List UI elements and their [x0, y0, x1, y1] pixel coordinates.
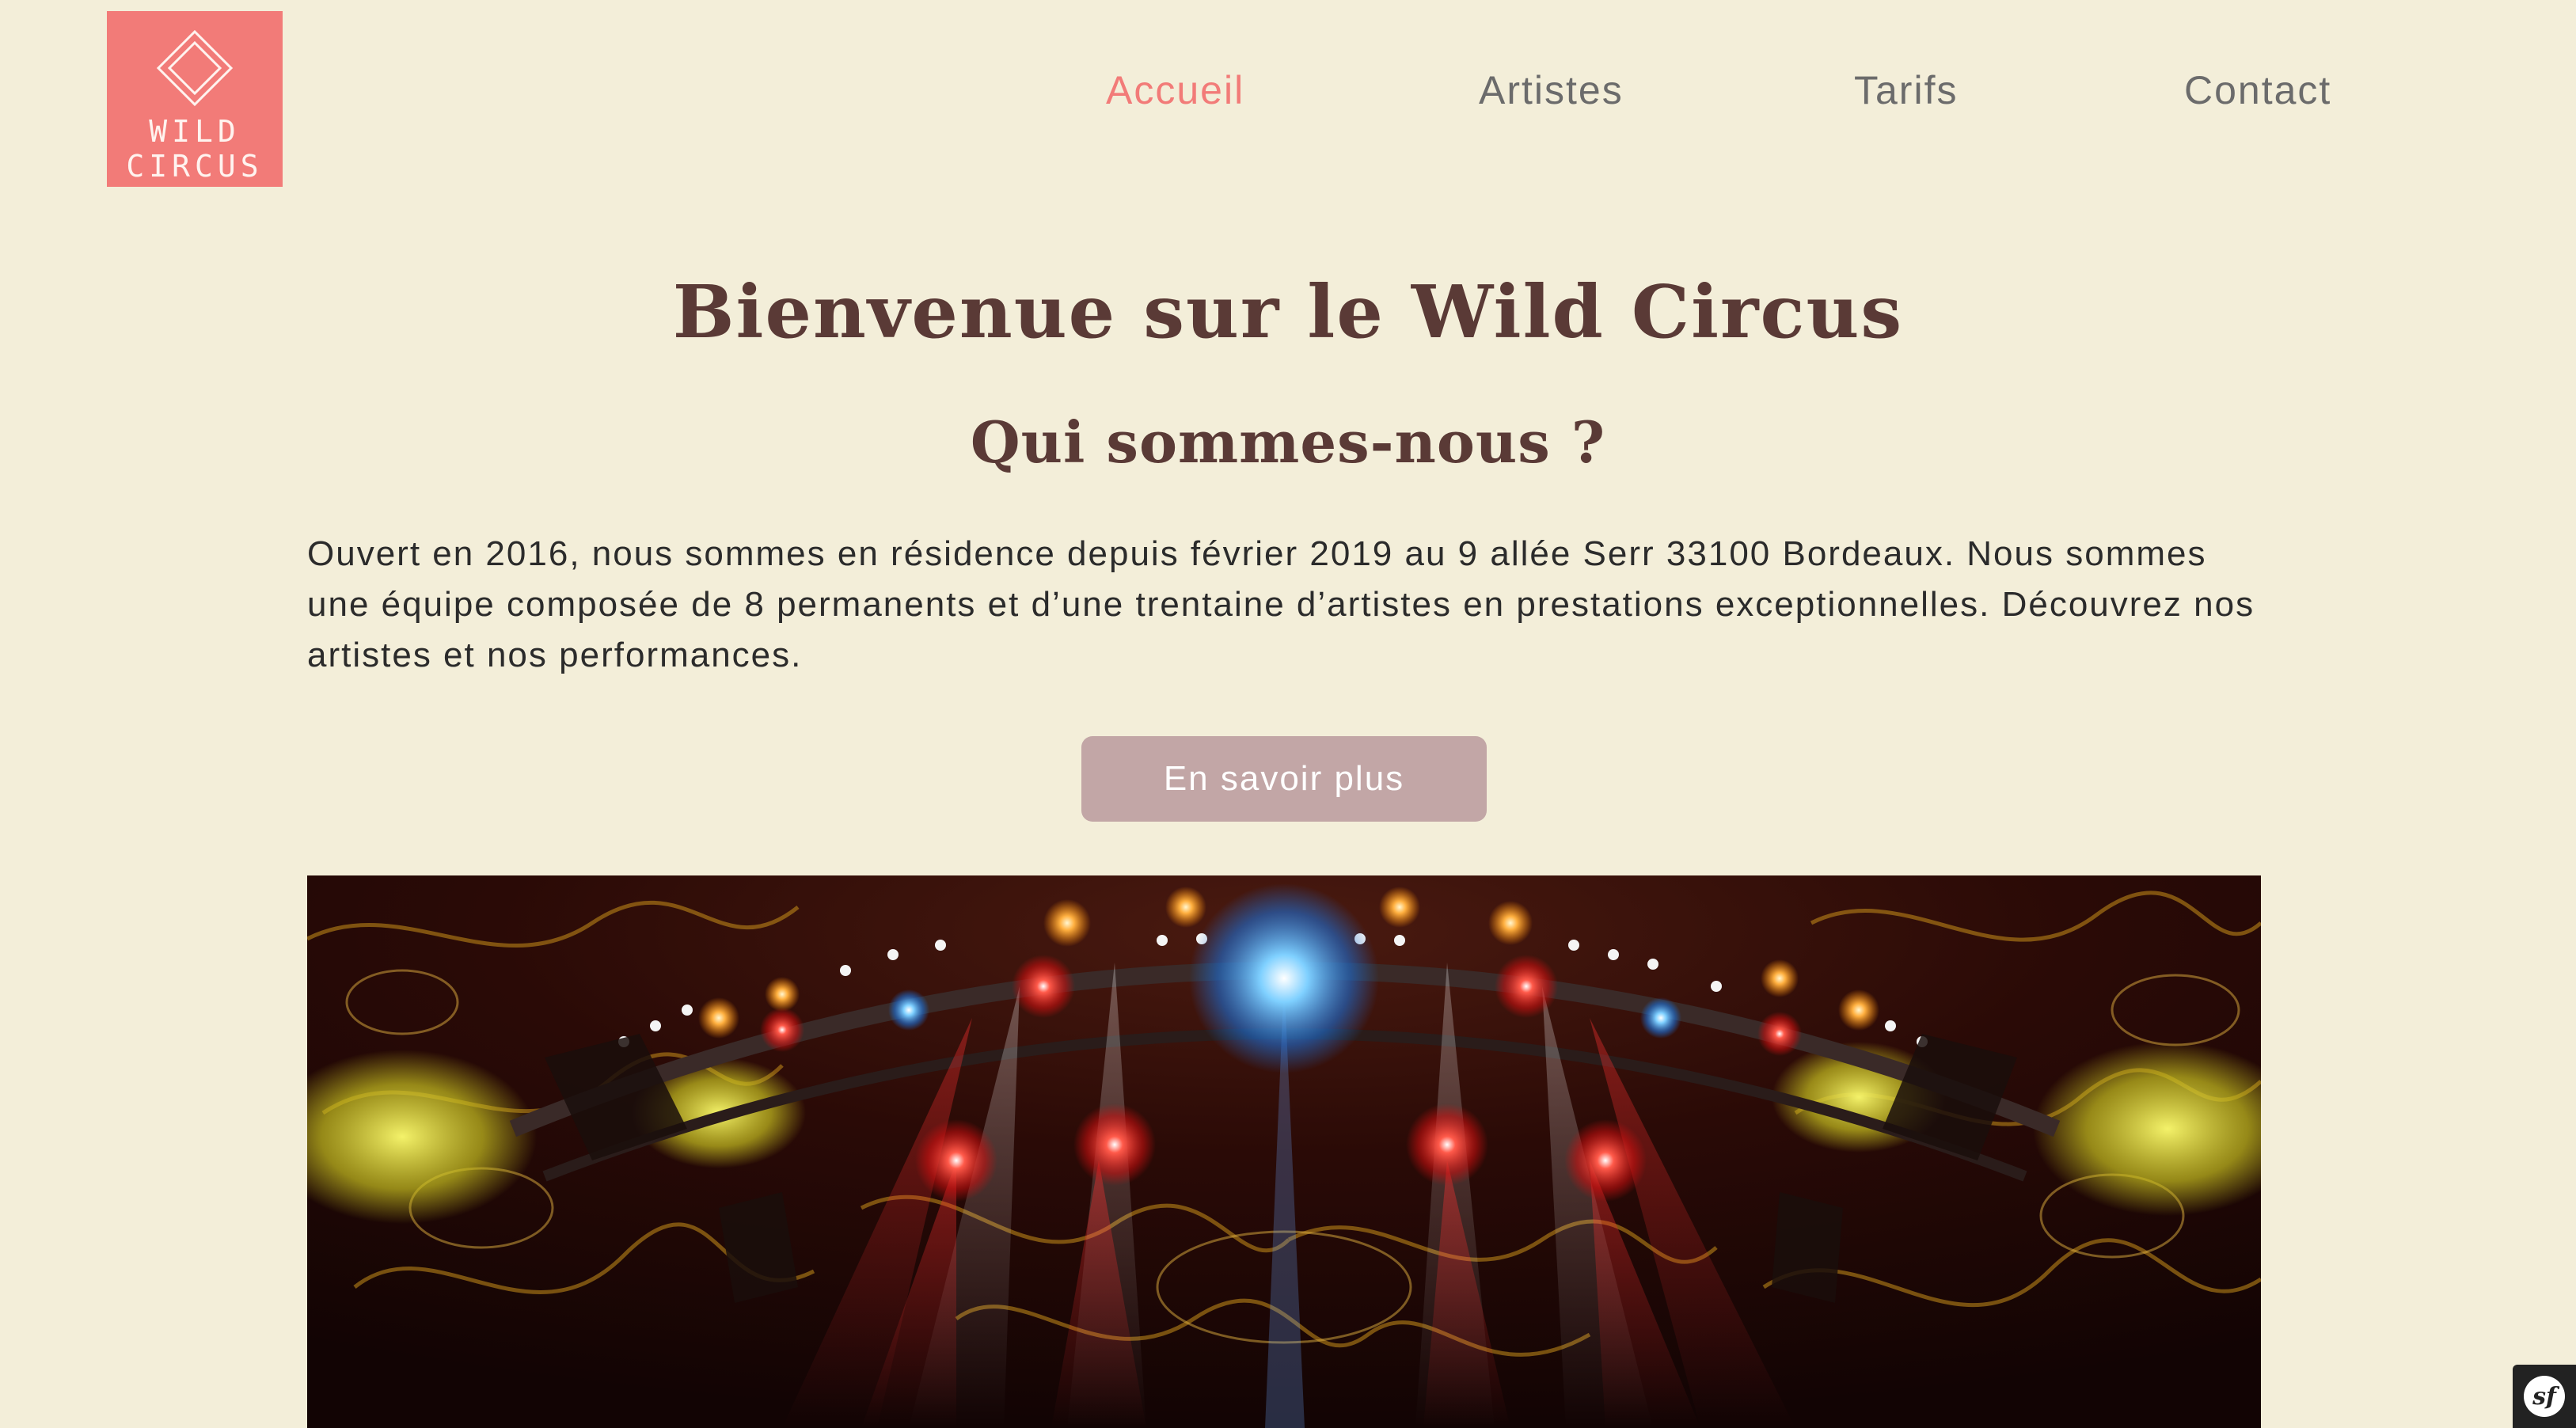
page-title: Bienvenue sur le Wild Circus	[672, 269, 1904, 355]
symfony-icon: sf	[2524, 1376, 2565, 1417]
intro-paragraph: Ouvert en 2016, nous sommes en résidence…	[307, 534, 2255, 674]
hero-image	[307, 875, 2261, 1428]
nav-item-accueil[interactable]: Accueil	[1106, 67, 1244, 113]
site-header: WILD CIRCUS Accueil Artistes Tarifs Cont…	[0, 0, 2576, 206]
stage-lights-illustration	[307, 875, 2261, 1428]
main-nav: Accueil Artistes Tarifs Contact	[0, 67, 2576, 123]
symfony-debug-toolbar[interactable]: sf	[2513, 1365, 2576, 1428]
nav-item-artistes[interactable]: Artistes	[1479, 67, 1624, 113]
logo-line-2: CIRCUS	[126, 149, 264, 184]
section-subtitle: Qui sommes-nous ?	[970, 408, 1606, 476]
nav-item-tarifs[interactable]: Tarifs	[1854, 67, 1958, 113]
learn-more-button[interactable]: En savoir plus	[1081, 736, 1487, 822]
logo-text: WILD CIRCUS	[126, 114, 263, 184]
nav-item-contact[interactable]: Contact	[2184, 67, 2331, 113]
